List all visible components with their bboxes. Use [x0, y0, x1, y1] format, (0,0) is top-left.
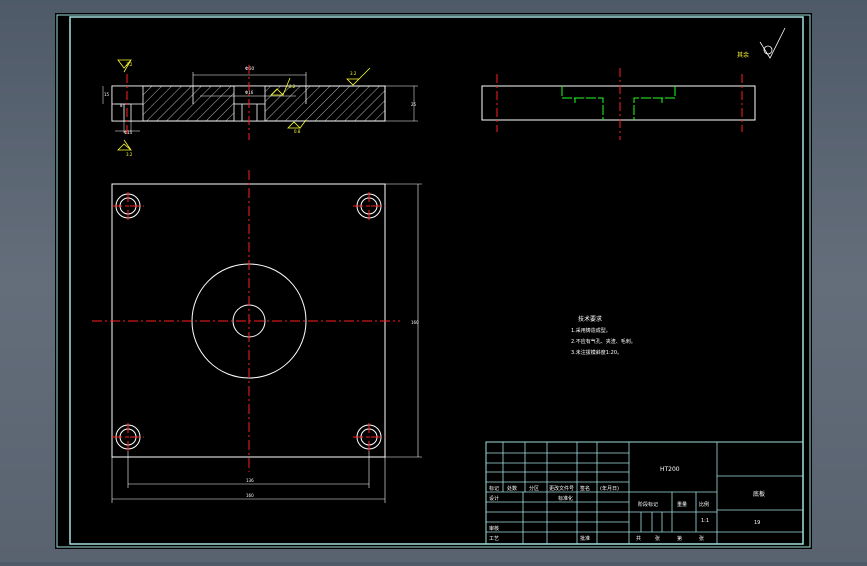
dim-phi11: Φ11 [124, 130, 133, 135]
rev-header-date: (年月日) [600, 485, 619, 492]
section-hatch-left [143, 86, 234, 121]
roughness-top-left: 3.2 [126, 62, 133, 67]
dim-outer-width: 160 [246, 493, 254, 498]
dim-height-left: 15 [104, 92, 110, 97]
roughness-bottom-mid: 0.8 [294, 129, 301, 134]
label-standardize: 标准化 [558, 495, 573, 502]
label-stage-mark: 阶段标记 [638, 501, 658, 508]
dim-phi60: Φ60 [245, 66, 254, 72]
roughness-right: 3.2 [350, 71, 357, 76]
roughness-counterbore: 3.2 [289, 84, 296, 89]
dim-inner-width: 136 [246, 478, 254, 483]
dim-height-right: 25 [411, 102, 417, 107]
material: HT200 [660, 466, 680, 473]
notes-title: 技术要求 [578, 315, 602, 323]
notes-line-2: 2.不应有气孔、夹渣、毛刺。 [571, 338, 636, 345]
notes-line-3: 3.未注拔模斜度1:20。 [571, 349, 622, 356]
rev-header-doc: 更改文件号 [549, 485, 574, 492]
sheet-unit2-label: 张 [699, 535, 704, 542]
rev-header-sign: 签名 [580, 485, 590, 492]
sheet-no-label: 第 [677, 535, 682, 542]
drawing-number: 19 [754, 520, 760, 526]
drawing-sheet: 其余 Φ60 Φ16 Φ11 8 15 25 3.2 3.2 3.2 0.8 3… [55, 13, 812, 549]
label-review: 审核 [489, 525, 499, 532]
rev-header-count: 处数 [507, 485, 517, 492]
part-name: 底板 [753, 490, 765, 498]
notes-line-1: 1.采用铸造成型。 [571, 327, 611, 334]
sheet-total-label: 共 [636, 535, 641, 542]
label-approve: 批准 [580, 535, 590, 542]
label-weight: 重量 [677, 501, 687, 508]
sheet-unit-label: 张 [655, 535, 660, 542]
cad-viewport: 其余 Φ60 Φ16 Φ11 8 15 25 3.2 3.2 3.2 0.8 3… [0, 0, 867, 562]
rev-header-zone: 分区 [529, 485, 539, 492]
scale-value: 1:1 [701, 518, 709, 524]
dim-plan-height: 160 [411, 320, 419, 325]
label-scale: 比例 [699, 501, 709, 508]
section-hatch-right [265, 86, 385, 121]
label-design: 设计 [489, 495, 499, 502]
roughness-bottom-left: 3.2 [126, 152, 133, 157]
label-process: 工艺 [489, 536, 499, 542]
roughness-others-label: 其余 [737, 51, 749, 59]
rev-header-mark: 标记 [489, 485, 499, 492]
